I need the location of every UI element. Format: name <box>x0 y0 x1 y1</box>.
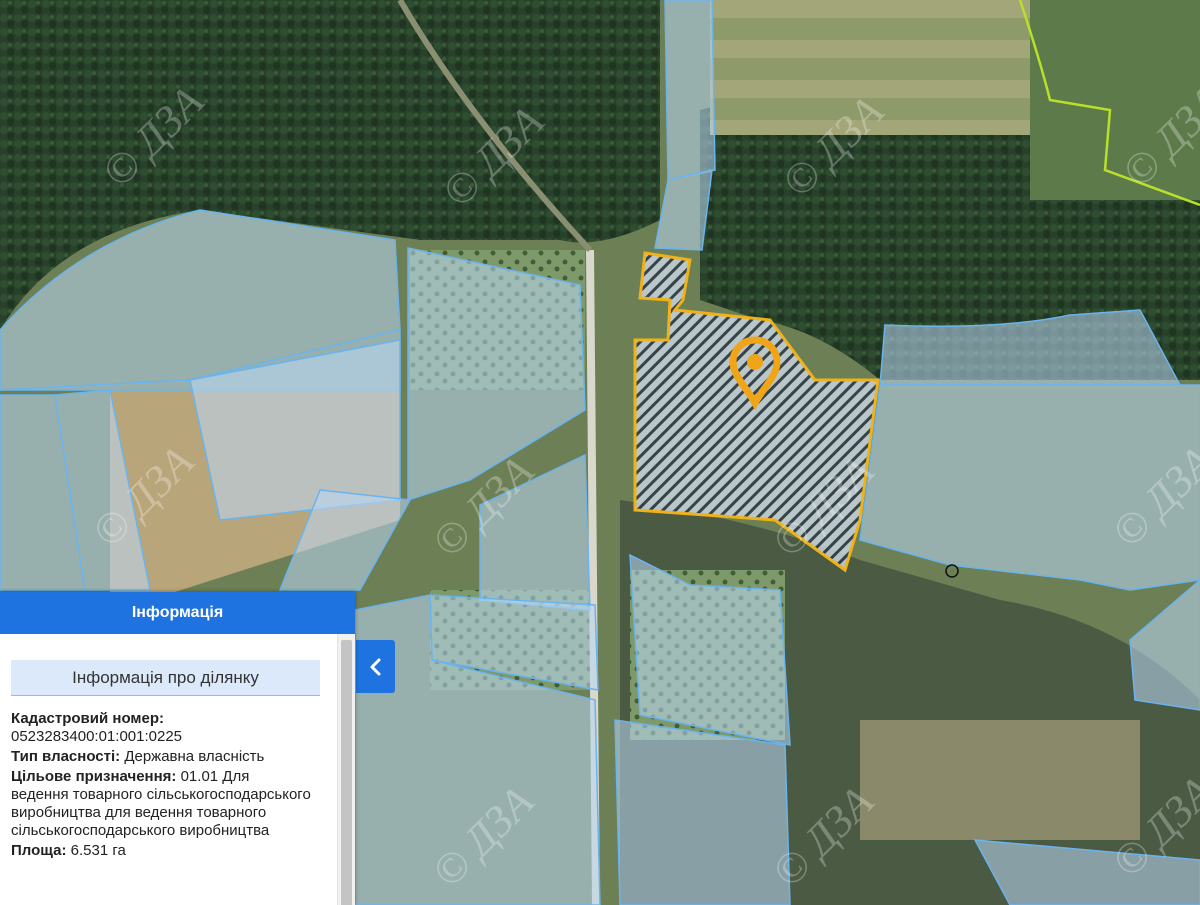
field-label: Тип власності: <box>11 748 121 765</box>
meadow-southeast <box>860 720 1140 840</box>
parcel[interactable] <box>614 719 791 905</box>
field-label: Кадастровий номер: <box>11 710 165 727</box>
field-cadastral-number: Кадастровий номер: 0523283400:01:001:022… <box>11 710 311 746</box>
field-label: Цільове призначення: <box>11 768 177 785</box>
chevron-left-icon <box>370 658 380 675</box>
section-title: Інформація про ділянку <box>11 660 320 696</box>
collapse-panel-button[interactable] <box>356 640 395 693</box>
info-panel: Інформація Інформація про ділянку Кадаст… <box>0 592 355 905</box>
field-area: Площа: 6.531 га <box>11 842 311 860</box>
panel-body: Інформація про ділянку Кадастровий номер… <box>0 634 355 905</box>
panel-scrollbar[interactable] <box>337 634 355 905</box>
field-value: Державна власність <box>124 748 265 765</box>
field-ownership-type: Тип власності: Державна власність <box>11 748 311 766</box>
field-purpose: Цільове призначення: 01.01 Для ведення т… <box>11 768 311 840</box>
field-label: Площа: <box>11 842 67 859</box>
panel-header: Інформація <box>0 592 355 634</box>
parcel[interactable] <box>664 0 716 181</box>
scrollbar-thumb[interactable] <box>341 640 352 905</box>
field-value: 0523283400:01:001:0225 <box>11 728 183 745</box>
field-value: 6.531 га <box>70 842 126 859</box>
